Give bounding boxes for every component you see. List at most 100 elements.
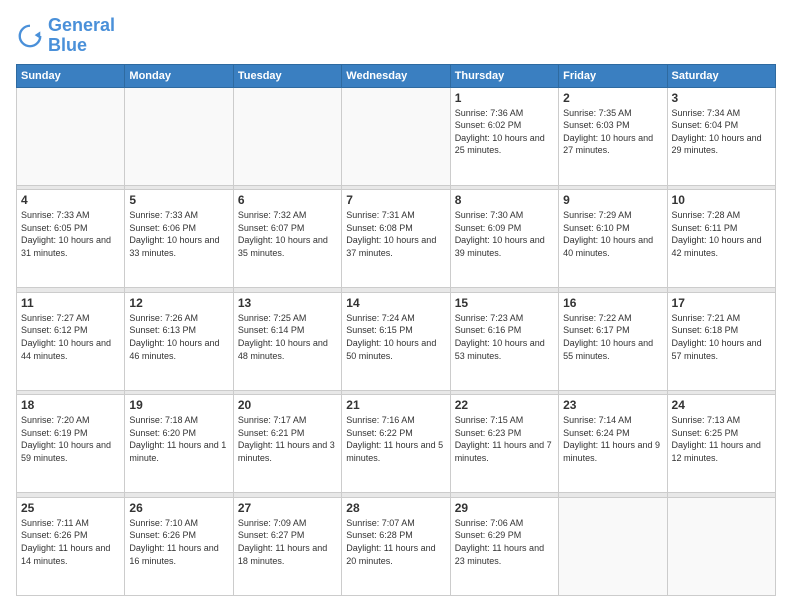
calendar-cell xyxy=(559,497,667,595)
calendar-cell: 26 Sunrise: 7:10 AM Sunset: 6:26 PM Dayli… xyxy=(125,497,233,595)
day-number: 16 xyxy=(563,296,662,310)
calendar-table: SundayMondayTuesdayWednesdayThursdayFrid… xyxy=(16,64,776,596)
calendar-cell: 23 Sunrise: 7:14 AM Sunset: 6:24 PM Dayli… xyxy=(559,395,667,493)
day-number: 17 xyxy=(672,296,771,310)
day-number: 22 xyxy=(455,398,554,412)
calendar-cell xyxy=(667,497,775,595)
calendar-cell: 2 Sunrise: 7:35 AM Sunset: 6:03 PM Daylig… xyxy=(559,87,667,185)
calendar-cell: 9Sunrise: 7:29 AM Sunset: 6:10 PM Daylig… xyxy=(559,190,667,288)
calendar-cell: 29 Sunrise: 7:06 AM Sunset: 6:29 PM Dayli… xyxy=(450,497,558,595)
day-number: 8 xyxy=(455,193,554,207)
calendar-week-row: 25 Sunrise: 7:11 AM Sunset: 6:26 PM Dayli… xyxy=(17,497,776,595)
day-number: 26 xyxy=(129,501,228,515)
day-info: Sunrise: 7:16 AM Sunset: 6:22 PM Dayligh… xyxy=(346,414,445,464)
calendar-header-friday: Friday xyxy=(559,64,667,87)
calendar-cell xyxy=(17,87,125,185)
day-info: Sunrise: 7:32 AM Sunset: 6:07 PM Dayligh… xyxy=(238,209,337,259)
calendar-cell: 6 Sunrise: 7:32 AM Sunset: 6:07 PM Daylig… xyxy=(233,190,341,288)
day-info: Sunrise: 7:09 AM Sunset: 6:27 PM Dayligh… xyxy=(238,517,337,567)
calendar-cell xyxy=(342,87,450,185)
day-number: 18 xyxy=(21,398,120,412)
day-number: 5 xyxy=(129,193,228,207)
calendar-header-saturday: Saturday xyxy=(667,64,775,87)
day-info: Sunrise: 7:33 AM Sunset: 6:06 PM Dayligh… xyxy=(129,209,228,259)
calendar-cell xyxy=(233,87,341,185)
page: General Blue SundayMondayTuesdayWednesda… xyxy=(0,0,792,612)
day-info: Sunrise: 7:14 AM Sunset: 6:24 PM Dayligh… xyxy=(563,414,662,464)
calendar-cell: 16 Sunrise: 7:22 AM Sunset: 6:17 PM Dayli… xyxy=(559,292,667,390)
day-number: 12 xyxy=(129,296,228,310)
calendar-week-row: 11 Sunrise: 7:27 AM Sunset: 6:12 PM Dayli… xyxy=(17,292,776,390)
day-info: Sunrise: 7:07 AM Sunset: 6:28 PM Dayligh… xyxy=(346,517,445,567)
day-number: 7 xyxy=(346,193,445,207)
calendar-cell: 7 Sunrise: 7:31 AM Sunset: 6:08 PM Daylig… xyxy=(342,190,450,288)
day-number: 10 xyxy=(672,193,771,207)
day-info: Sunrise: 7:26 AM Sunset: 6:13 PM Dayligh… xyxy=(129,312,228,362)
calendar-header-monday: Monday xyxy=(125,64,233,87)
logo-icon xyxy=(16,22,44,50)
day-number: 20 xyxy=(238,398,337,412)
day-info: Sunrise: 7:30 AM Sunset: 6:09 PM Dayligh… xyxy=(455,209,554,259)
calendar-cell: 18 Sunrise: 7:20 AM Sunset: 6:19 PM Dayli… xyxy=(17,395,125,493)
day-number: 11 xyxy=(21,296,120,310)
calendar-cell: 28 Sunrise: 7:07 AM Sunset: 6:28 PM Dayli… xyxy=(342,497,450,595)
day-info: Sunrise: 7:18 AM Sunset: 6:20 PM Dayligh… xyxy=(129,414,228,464)
day-info: Sunrise: 7:17 AM Sunset: 6:21 PM Dayligh… xyxy=(238,414,337,464)
calendar-week-row: 18 Sunrise: 7:20 AM Sunset: 6:19 PM Dayli… xyxy=(17,395,776,493)
day-info: Sunrise: 7:33 AM Sunset: 6:05 PM Dayligh… xyxy=(21,209,120,259)
calendar-cell: 11 Sunrise: 7:27 AM Sunset: 6:12 PM Dayli… xyxy=(17,292,125,390)
logo-text: General Blue xyxy=(48,16,115,56)
day-number: 29 xyxy=(455,501,554,515)
calendar-cell: 24 Sunrise: 7:13 AM Sunset: 6:25 PM Dayli… xyxy=(667,395,775,493)
day-info: Sunrise: 7:31 AM Sunset: 6:08 PM Dayligh… xyxy=(346,209,445,259)
calendar-cell: 12 Sunrise: 7:26 AM Sunset: 6:13 PM Dayli… xyxy=(125,292,233,390)
calendar-cell: 17 Sunrise: 7:21 AM Sunset: 6:18 PM Dayli… xyxy=(667,292,775,390)
day-number: 2 xyxy=(563,91,662,105)
day-number: 23 xyxy=(563,398,662,412)
day-info: Sunrise: 7:21 AM Sunset: 6:18 PM Dayligh… xyxy=(672,312,771,362)
calendar-week-row: 1 Sunrise: 7:36 AM Sunset: 6:02 PM Daylig… xyxy=(17,87,776,185)
calendar-cell: 25 Sunrise: 7:11 AM Sunset: 6:26 PM Dayli… xyxy=(17,497,125,595)
day-info: Sunrise: 7:36 AM Sunset: 6:02 PM Dayligh… xyxy=(455,107,554,157)
day-number: 15 xyxy=(455,296,554,310)
calendar-cell: 19 Sunrise: 7:18 AM Sunset: 6:20 PM Dayli… xyxy=(125,395,233,493)
header: General Blue xyxy=(16,16,776,56)
day-info: Sunrise: 7:28 AM Sunset: 6:11 PM Dayligh… xyxy=(672,209,771,259)
day-info: Sunrise: 7:22 AM Sunset: 6:17 PM Dayligh… xyxy=(563,312,662,362)
day-number: 4 xyxy=(21,193,120,207)
day-number: 27 xyxy=(238,501,337,515)
day-number: 3 xyxy=(672,91,771,105)
calendar-week-row: 4 Sunrise: 7:33 AM Sunset: 6:05 PM Daylig… xyxy=(17,190,776,288)
day-info: Sunrise: 7:35 AM Sunset: 6:03 PM Dayligh… xyxy=(563,107,662,157)
calendar-cell: 3 Sunrise: 7:34 AM Sunset: 6:04 PM Daylig… xyxy=(667,87,775,185)
logo: General Blue xyxy=(16,16,115,56)
calendar-cell: 1 Sunrise: 7:36 AM Sunset: 6:02 PM Daylig… xyxy=(450,87,558,185)
day-number: 6 xyxy=(238,193,337,207)
calendar-header-sunday: Sunday xyxy=(17,64,125,87)
calendar-cell: 13Sunrise: 7:25 AM Sunset: 6:14 PM Dayli… xyxy=(233,292,341,390)
day-number: 21 xyxy=(346,398,445,412)
day-info: Sunrise: 7:13 AM Sunset: 6:25 PM Dayligh… xyxy=(672,414,771,464)
day-info: Sunrise: 7:20 AM Sunset: 6:19 PM Dayligh… xyxy=(21,414,120,464)
day-number: 24 xyxy=(672,398,771,412)
day-info: Sunrise: 7:27 AM Sunset: 6:12 PM Dayligh… xyxy=(21,312,120,362)
day-number: 9 xyxy=(563,193,662,207)
day-number: 1 xyxy=(455,91,554,105)
calendar-cell: 27 Sunrise: 7:09 AM Sunset: 6:27 PM Dayli… xyxy=(233,497,341,595)
calendar-header-tuesday: Tuesday xyxy=(233,64,341,87)
calendar-header-thursday: Thursday xyxy=(450,64,558,87)
day-number: 19 xyxy=(129,398,228,412)
day-info: Sunrise: 7:34 AM Sunset: 6:04 PM Dayligh… xyxy=(672,107,771,157)
day-number: 14 xyxy=(346,296,445,310)
calendar-header-wednesday: Wednesday xyxy=(342,64,450,87)
day-info: Sunrise: 7:10 AM Sunset: 6:26 PM Dayligh… xyxy=(129,517,228,567)
calendar-cell: 21 Sunrise: 7:16 AM Sunset: 6:22 PM Dayli… xyxy=(342,395,450,493)
day-info: Sunrise: 7:11 AM Sunset: 6:26 PM Dayligh… xyxy=(21,517,120,567)
day-number: 25 xyxy=(21,501,120,515)
day-number: 13 xyxy=(238,296,337,310)
calendar-cell: 15 Sunrise: 7:23 AM Sunset: 6:16 PM Dayli… xyxy=(450,292,558,390)
day-info: Sunrise: 7:06 AM Sunset: 6:29 PM Dayligh… xyxy=(455,517,554,567)
day-number: 28 xyxy=(346,501,445,515)
calendar-cell: 10 Sunrise: 7:28 AM Sunset: 6:11 PM Dayli… xyxy=(667,190,775,288)
day-info: Sunrise: 7:23 AM Sunset: 6:16 PM Dayligh… xyxy=(455,312,554,362)
